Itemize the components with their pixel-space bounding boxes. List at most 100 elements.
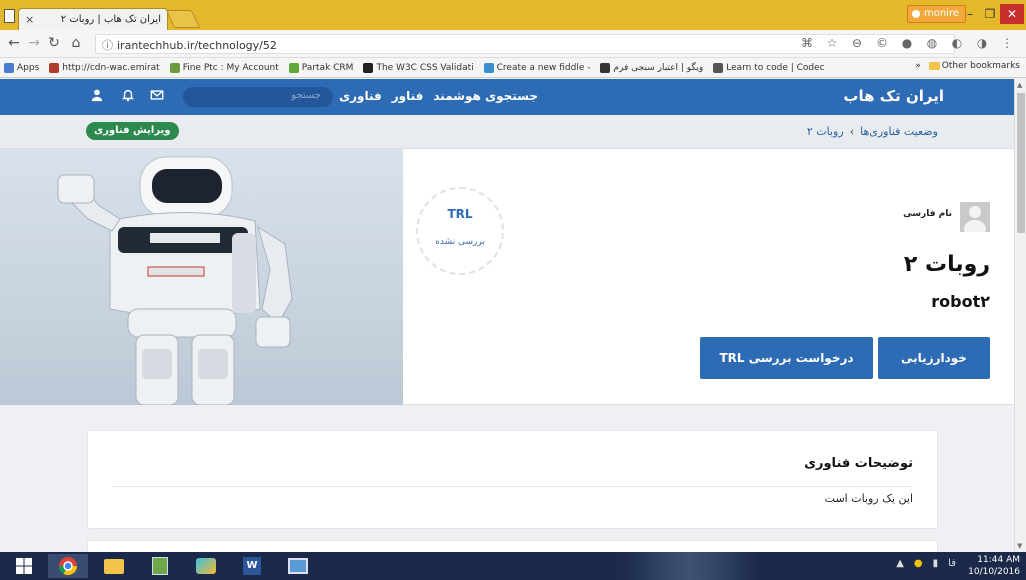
bookmark-item[interactable]: Fine Ptc : My Account [169,62,279,73]
bookmark-label: Learn to code | Codec [726,62,825,73]
mail-icon[interactable] [150,88,164,102]
browser-titlebar: ایران تک هاب | روبات ۲ × monire – ❐ ✕ [0,0,1026,30]
bookmark-label: Fine Ptc : My Account [182,62,279,73]
folder-icon [928,61,940,70]
maximize-button[interactable]: ❐ [979,4,1001,24]
breadcrumb-link[interactable]: وضعیت فناوری‌ها [860,125,938,138]
card-title: توضیحات فناوری [804,456,913,471]
technology-title-fa: روبات ۲ [903,252,990,277]
bell-icon[interactable] [121,88,135,102]
translate-icon[interactable]: ⌘ [800,36,814,50]
bookmark-item[interactable]: Partak CRM [288,62,353,73]
extension-icon[interactable]: ⊖ [850,36,864,50]
bookmarks-overflow[interactable]: » [915,61,921,71]
word-icon: W [243,557,261,575]
author-name[interactable]: نام فارسی [903,209,952,219]
info-icon[interactable]: ⓘ [102,39,113,52]
extension-icon[interactable]: ◑ [975,36,989,50]
page-icon [4,9,15,23]
bookmark-star-icon[interactable]: ☆ [825,36,839,50]
user-icon[interactable] [90,88,104,102]
technology-hero: TRL بررسی نشده نام فارسی روبات ۲ robot۲ … [0,149,1014,405]
taskbar-app[interactable] [278,554,318,578]
tray-arrow-icon[interactable]: ▲ [896,558,904,569]
minimize-button[interactable]: – [959,4,981,24]
other-bookmarks-label: Other bookmarks [941,61,1020,71]
bookmark-favicon-icon [49,62,60,73]
edit-technology-button[interactable]: ویرایش فناوری [86,122,179,140]
taskbar-word[interactable]: W [232,554,272,578]
taskbar-app[interactable] [140,554,180,578]
bookmark-item[interactable]: The W3C CSS Validati [363,62,474,73]
tray-chrome-icon[interactable]: ● [914,558,923,569]
bookmarks-bar: Apps http://cdn-wac.emirat Fine Ptc : My A… [0,58,1026,78]
self-assessment-button[interactable]: خودارزیابی [878,337,990,379]
trl-badge: TRL بررسی نشده [416,187,504,275]
app-icon [196,558,216,574]
bookmark-item[interactable]: http://cdn-wac.emirat [49,62,160,73]
extension-icon[interactable]: ● [900,36,914,50]
reload-icon[interactable]: ↻ [46,35,62,51]
trl-label: TRL [447,207,473,221]
nav-item[interactable]: فناوری [339,89,382,103]
folder-icon [104,558,124,574]
scroll-thumb[interactable] [1017,93,1025,233]
chrome-icon [59,557,77,576]
back-icon[interactable]: ← [6,35,22,51]
bookmark-label: ویگو | اعتبار سنجی فرم [613,62,704,73]
other-bookmarks[interactable]: Other bookmarks [928,61,1020,71]
scroll-up-icon[interactable]: ▲ [1017,81,1022,89]
system-tray: ▲ ● ▮ فا [896,558,956,569]
language-indicator[interactable]: فا [948,558,956,569]
avatar[interactable] [960,202,990,232]
bookmark-item[interactable]: Apps [4,62,39,73]
extension-icon[interactable]: © [875,36,889,50]
forward-icon[interactable]: → [26,35,42,51]
start-button[interactable] [4,554,44,578]
bookmark-label: The W3C CSS Validati [376,62,474,73]
bookmark-item[interactable]: Create a new fiddle - [483,62,590,73]
search-input[interactable]: جستجو [183,87,333,107]
bookmark-label: http://cdn-wac.emirat [62,62,160,73]
nav-item[interactable]: فناور [392,89,424,103]
new-tab-button[interactable] [165,10,201,28]
scroll-down-icon[interactable]: ▼ [1017,542,1022,550]
nav-item[interactable]: جستجوی هوشمند [433,89,538,103]
divider [112,486,913,487]
card-body: این یک روبات است [824,492,913,505]
home-icon[interactable]: ⌂ [68,35,84,51]
profile-name: monire [923,8,959,19]
bookmark-favicon-icon [169,62,180,73]
windows-taskbar: W ▲ ● ▮ فا 11:44 AM 10/10/2016 [0,552,1026,580]
bookmark-favicon-icon [600,62,611,73]
close-window-button[interactable]: ✕ [1000,4,1024,24]
browser-tab[interactable]: ایران تک هاب | روبات ۲ × [18,8,168,30]
bookmark-favicon-icon [713,62,724,73]
robot-illustration [57,156,293,405]
app-icon [152,557,168,575]
trl-status: بررسی نشده [435,237,485,247]
extension-icon[interactable]: ◍ [925,36,939,50]
bookmark-item[interactable]: Learn to code | Codec [713,62,825,73]
windows-icon [16,558,32,574]
app-icon [288,558,308,574]
taskbar-chrome[interactable] [48,554,88,578]
description-card: توضیحات فناوری این یک روبات است [87,430,938,529]
bookmark-item[interactable]: ویگو | اعتبار سنجی فرم [600,62,704,73]
site-header: ایران تک هاب جستجوی هوشمندفناورفناوریسرم… [0,79,1014,115]
menu-icon[interactable]: ⋮ [1000,36,1014,50]
taskbar-app[interactable] [186,554,226,578]
clock[interactable]: 11:44 AM 10/10/2016 [968,554,1020,578]
request-trl-review-button[interactable]: درخواست بررسی TRL [700,337,873,379]
profile-button[interactable]: monire [906,5,966,23]
taskbar-explorer[interactable] [94,554,134,578]
network-icon[interactable]: ▮ [933,558,939,569]
scrollbar[interactable]: ▲ ▼ [1014,79,1026,552]
site-logo[interactable]: ایران تک هاب [843,87,944,105]
bookmark-favicon-icon [363,62,374,73]
breadcrumb-current[interactable]: روبات ۲ [807,125,844,138]
tab-close-icon[interactable]: × [25,13,34,26]
clock-time: 11:44 AM [977,555,1020,565]
extension-icon[interactable]: ◐ [950,36,964,50]
bookmark-favicon-icon [288,62,299,73]
